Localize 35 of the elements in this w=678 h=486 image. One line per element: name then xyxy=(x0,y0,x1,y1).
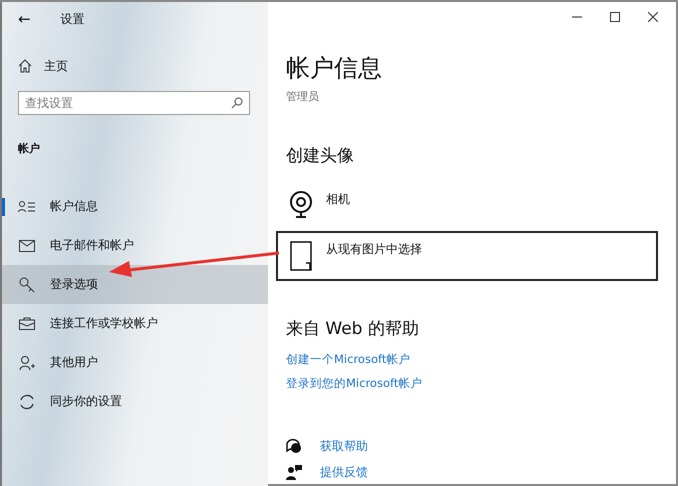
nav-item[interactable]: 登录选项 xyxy=(2,265,268,304)
avatar-option[interactable]: 从现有图片中选择 xyxy=(276,231,658,281)
search-field[interactable]: 查找设置 xyxy=(18,91,250,115)
feedback-icon xyxy=(286,464,302,480)
person-add-icon xyxy=(19,354,35,370)
nav-item[interactable]: 帐户信息 xyxy=(2,187,268,226)
back-button[interactable]: ← xyxy=(18,10,31,28)
link[interactable]: 创建一个Microsoft帐户 xyxy=(286,352,676,367)
nav-item[interactable]: 电子邮件和帐户 xyxy=(2,226,268,265)
section-heading: 创建头像 xyxy=(286,145,355,167)
document-icon xyxy=(288,241,314,271)
window-title: 设置 xyxy=(60,10,85,28)
search-icon xyxy=(231,97,243,109)
maximize-icon[interactable] xyxy=(610,12,620,22)
key-icon xyxy=(19,276,35,292)
link[interactable]: 登录到您的Microsoft帐户 xyxy=(286,376,676,391)
nav-item[interactable]: 其他用户 xyxy=(2,343,268,382)
account-icon xyxy=(18,200,36,214)
help-link[interactable]: 提供反馈 xyxy=(286,459,676,485)
section-heading: 来自 Web 的帮助 xyxy=(286,318,420,340)
briefcase-icon xyxy=(19,317,35,330)
avatar-option[interactable]: 相机 xyxy=(276,181,658,231)
help-link[interactable]: 获取帮助 xyxy=(286,433,676,459)
mail-icon xyxy=(19,240,35,252)
home-nav-item[interactable]: 主页 xyxy=(2,36,268,74)
account-role: 管理员 xyxy=(286,89,320,104)
nav-item[interactable]: 连接工作或学校帐户 xyxy=(2,304,268,343)
nav-item[interactable]: 同步你的设置 xyxy=(2,382,268,421)
sync-icon xyxy=(19,394,35,410)
page-title: 帐户信息 xyxy=(286,53,383,83)
home-icon xyxy=(18,59,32,73)
section-heading: 帐户 xyxy=(17,141,41,157)
webcam-icon xyxy=(288,191,314,219)
close-icon[interactable] xyxy=(648,12,658,22)
chat-help-icon xyxy=(286,438,302,454)
